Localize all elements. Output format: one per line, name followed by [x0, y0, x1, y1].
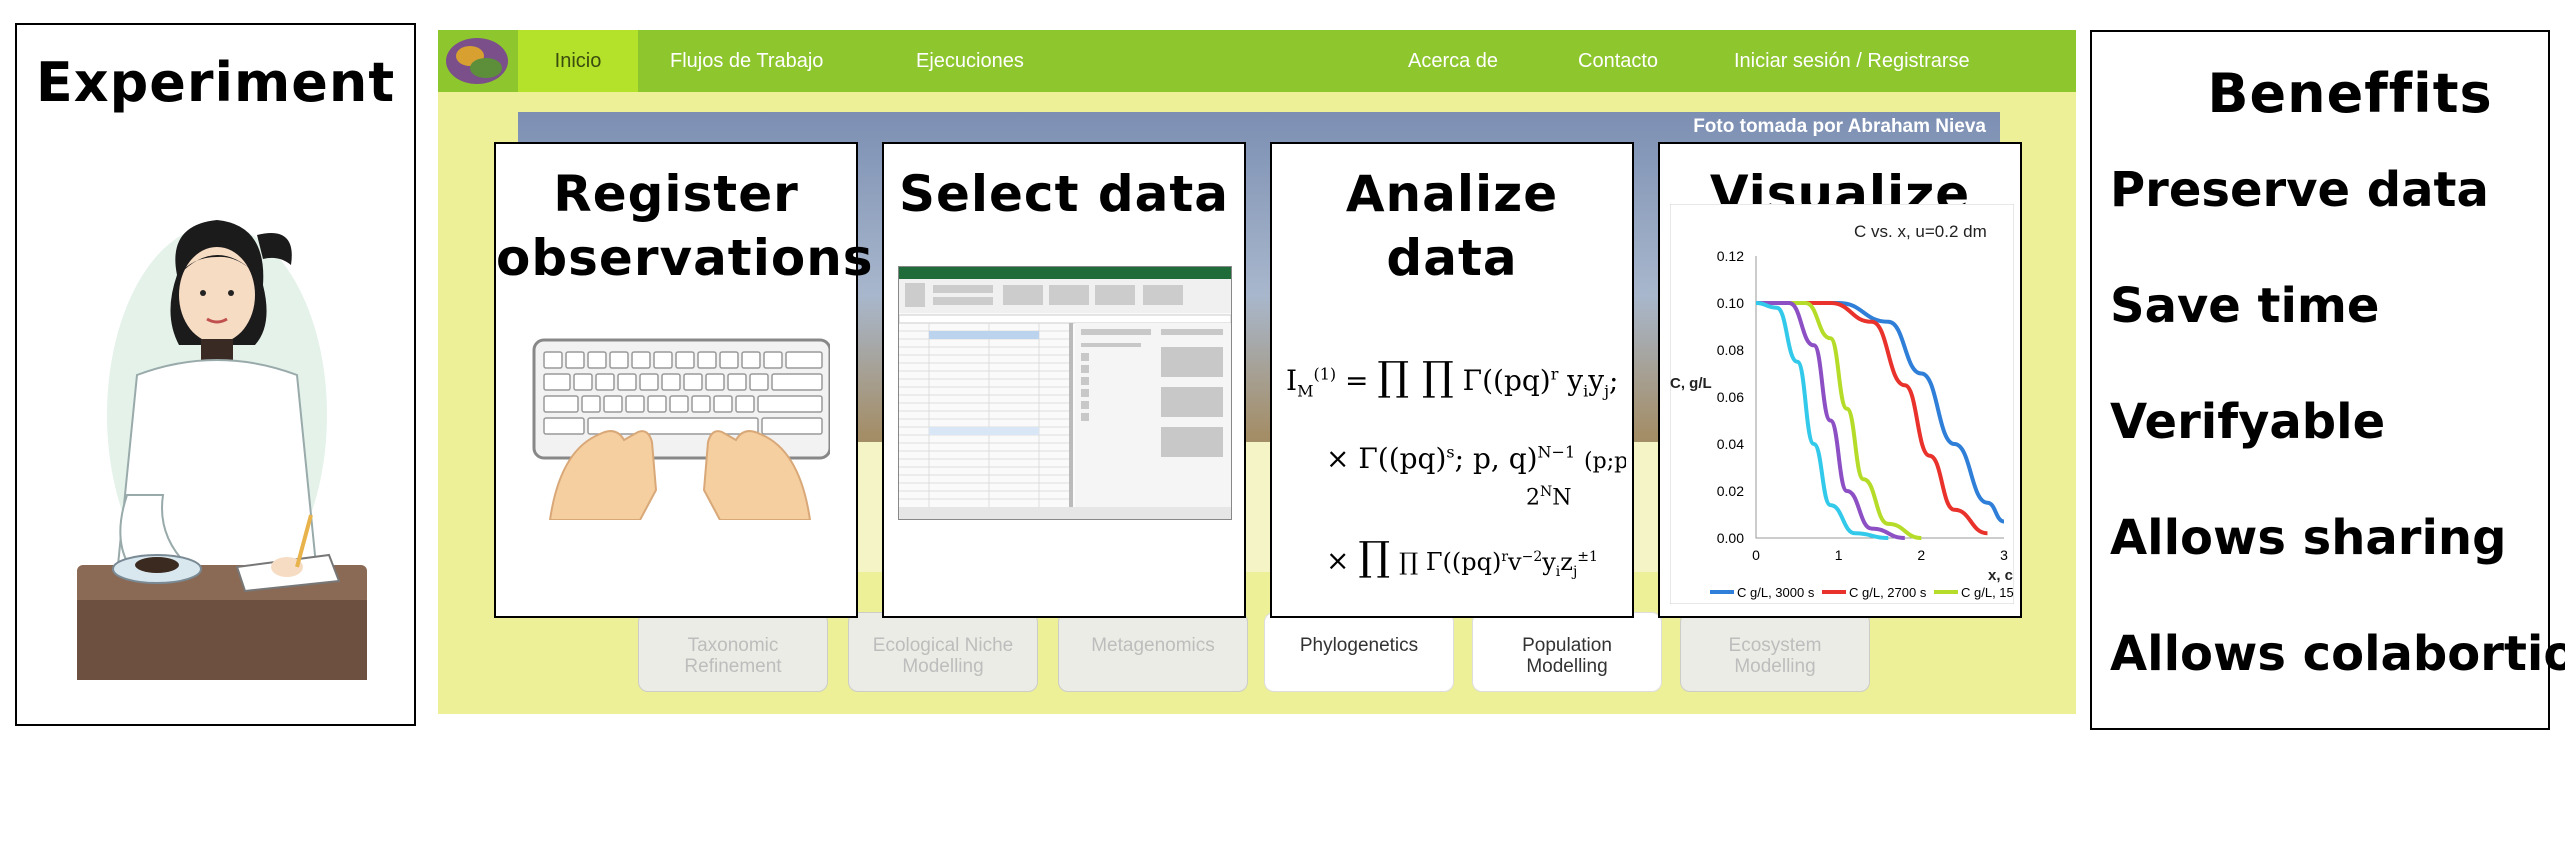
- module-label: Metagenomics: [1091, 635, 1215, 656]
- step-title-line1: Select data: [898, 165, 1230, 223]
- module-label: Ecological Niche Modelling: [872, 635, 1014, 677]
- step-visualize: Visualize C vs. x, u=0.2 dm C, g/L x, c …: [1658, 142, 2022, 618]
- benefit-item: Allows sharing: [2110, 510, 2507, 566]
- step-title-line2: data: [1386, 229, 1518, 287]
- module-label: Ecosystem Modelling: [1728, 635, 1822, 677]
- module-ecological-niche[interactable]: Ecological Niche Modelling: [848, 612, 1038, 692]
- legend-label: C g/L, 2700 s: [1849, 585, 1927, 600]
- step-title-line1: Register: [553, 165, 799, 223]
- benefit-item: Verifyable: [2110, 394, 2386, 450]
- experiment-panel: Experiment: [15, 23, 416, 726]
- benefit-item: Save time: [2110, 278, 2380, 334]
- y-tick-label: 0.06: [1717, 389, 1744, 405]
- nav-runs[interactable]: Ejecuciones: [916, 30, 1024, 92]
- benefit-item: Allows colabortion: [2110, 626, 2565, 682]
- module-metagenomics[interactable]: Metagenomics: [1058, 612, 1248, 692]
- photo-credit: Foto tomada por Abraham Nieva: [1693, 116, 1986, 137]
- module-population-modelling[interactable]: Population Modelling: [1472, 612, 1662, 692]
- y-tick-label: 0.08: [1717, 342, 1744, 358]
- legend-label: C g/L, 3000 s: [1737, 585, 1815, 600]
- y-tick-label: 0.12: [1717, 248, 1744, 264]
- chart-title: C vs. x, u=0.2 dm: [1854, 222, 1987, 241]
- nav-home[interactable]: Inicio: [518, 30, 638, 92]
- concentration-chart: C vs. x, u=0.2 dm C, g/L x, c 0.12 0.10 0.…: [1670, 204, 2014, 604]
- step-register-observations: Register observations: [494, 142, 874, 618]
- step-title-line1: Analize: [1345, 165, 1559, 223]
- chart-x-axis-label: x, c: [1988, 567, 2013, 584]
- experiment-title: Experiment: [35, 51, 396, 114]
- nav-workflows[interactable]: Flujos de Trabajo: [670, 30, 823, 92]
- navbar: Inicio Flujos de Trabajo Ejecuciones Ace…: [438, 30, 2076, 92]
- formula-image: IM(1) = ∏ ∏ Γ((pq)r yiyj; × Γ((pq)s; p, …: [1286, 354, 1626, 580]
- benefits-title: Beneffits: [2207, 62, 2493, 125]
- app-logo[interactable]: [444, 36, 510, 86]
- x-tick-label: 2: [1917, 547, 1925, 563]
- module-label: Population Modelling: [1522, 635, 1612, 677]
- keyboard-illustration: [532, 338, 830, 520]
- module-taxonomic-refinement[interactable]: Taxonomic Refinement: [638, 612, 828, 692]
- x-tick-label: 1: [1835, 547, 1843, 563]
- x-tick-label: 3: [2000, 547, 2008, 563]
- step-analyze-data: Analize data IM(1) = ∏ ∏ Γ((pq)r yiyj; ×…: [1270, 142, 1634, 618]
- nav-login[interactable]: Iniciar sesión / Registrarse: [1734, 30, 1970, 92]
- module-label: Taxonomic Refinement: [684, 635, 782, 677]
- module-phylogenetics[interactable]: Phylogenetics: [1264, 612, 1454, 692]
- scientist-illustration: [77, 220, 367, 680]
- step-title-line2: observations: [496, 229, 874, 287]
- module-label: Phylogenetics: [1299, 635, 1419, 656]
- nav-contact[interactable]: Contacto: [1578, 30, 1658, 92]
- step-title: Analize data: [1272, 162, 1632, 290]
- benefits-panel: Beneffits Preserve data Save time Verify…: [2090, 30, 2565, 730]
- y-tick-label: 0.02: [1717, 483, 1744, 499]
- x-tick-label: 0: [1752, 547, 1760, 563]
- chart-y-axis-label: C, g/L: [1670, 375, 1712, 392]
- module-ecosystem-modelling[interactable]: Ecosystem Modelling: [1680, 612, 1870, 692]
- y-tick-label: 0.04: [1717, 436, 1744, 452]
- step-title: Register observations: [496, 162, 874, 290]
- step-title: Select data: [884, 162, 1244, 226]
- step-select-data: Select data: [882, 142, 1246, 618]
- spreadsheet-thumbnail: [898, 266, 1232, 520]
- legend-label: C g/L, 15: [1961, 585, 2014, 600]
- benefit-item: Preserve data: [2110, 162, 2489, 218]
- y-tick-label: 0.00: [1717, 530, 1744, 546]
- nav-about[interactable]: Acerca de: [1408, 30, 1498, 92]
- y-tick-label: 0.10: [1717, 295, 1744, 311]
